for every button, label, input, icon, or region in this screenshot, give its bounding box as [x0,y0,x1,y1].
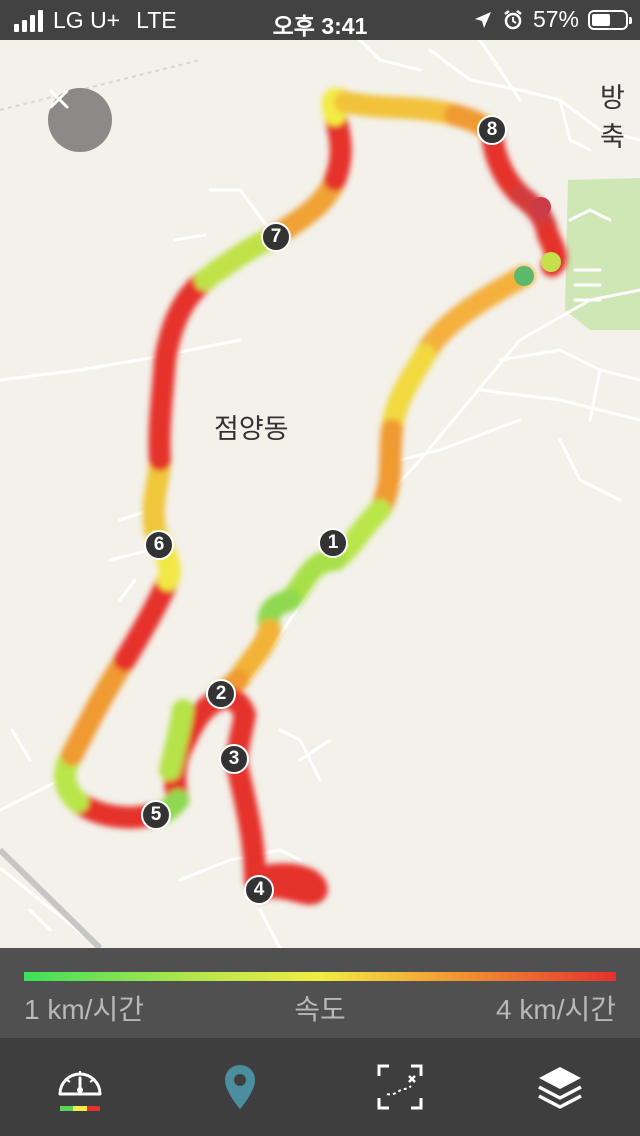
close-icon [49,89,69,109]
layers-button[interactable] [510,1038,610,1136]
route-marker-1[interactable]: 1 [318,528,348,558]
battery-fill [592,13,610,26]
highway-road [0,847,103,948]
route-marker-6[interactable]: 6 [144,530,174,560]
route-fit-icon [377,1064,423,1110]
status-right: 57% [473,6,632,33]
route-marker-4[interactable]: 4 [244,875,274,905]
speedometer-icon [58,1071,102,1111]
speed-legend: 1 km/시간 속도 4 km/시간 [0,948,640,1038]
route-dot [531,197,551,217]
legend-max-label: 4 km/시간 [496,994,616,1025]
map-canvas [0,40,640,948]
route-marker-5[interactable]: 5 [141,800,171,830]
layers-icon [538,1067,582,1109]
route-end-dot [541,252,561,272]
route-track [54,87,568,905]
battery-icon [588,9,632,30]
fit-route-button[interactable] [350,1038,450,1136]
route-start-dot [514,266,534,286]
route-marker-2[interactable]: 2 [206,679,236,709]
route-marker-3[interactable]: 3 [219,744,249,774]
area-label: 점양동 [214,414,289,444]
speed-gradient-bar [24,972,616,981]
speed-mode-button[interactable] [30,1038,130,1136]
location-button[interactable] [190,1038,290,1136]
bottom-toolbar [0,1038,640,1136]
map-view[interactable]: 점양동 방축 1 2 3 4 5 6 7 8 [0,40,640,948]
map-pin-icon [225,1065,255,1109]
battery-percent: 57% [532,6,579,32]
location-arrow-icon [474,11,491,28]
route-marker-7[interactable]: 7 [261,222,291,252]
alarm-icon [504,9,522,29]
status-bar: LG U+ LTE 오후 3:41 57% [0,0,640,40]
close-button[interactable] [48,88,112,152]
edge-area-label: 방축 [600,83,625,152]
route-marker-8[interactable]: 8 [477,115,507,145]
